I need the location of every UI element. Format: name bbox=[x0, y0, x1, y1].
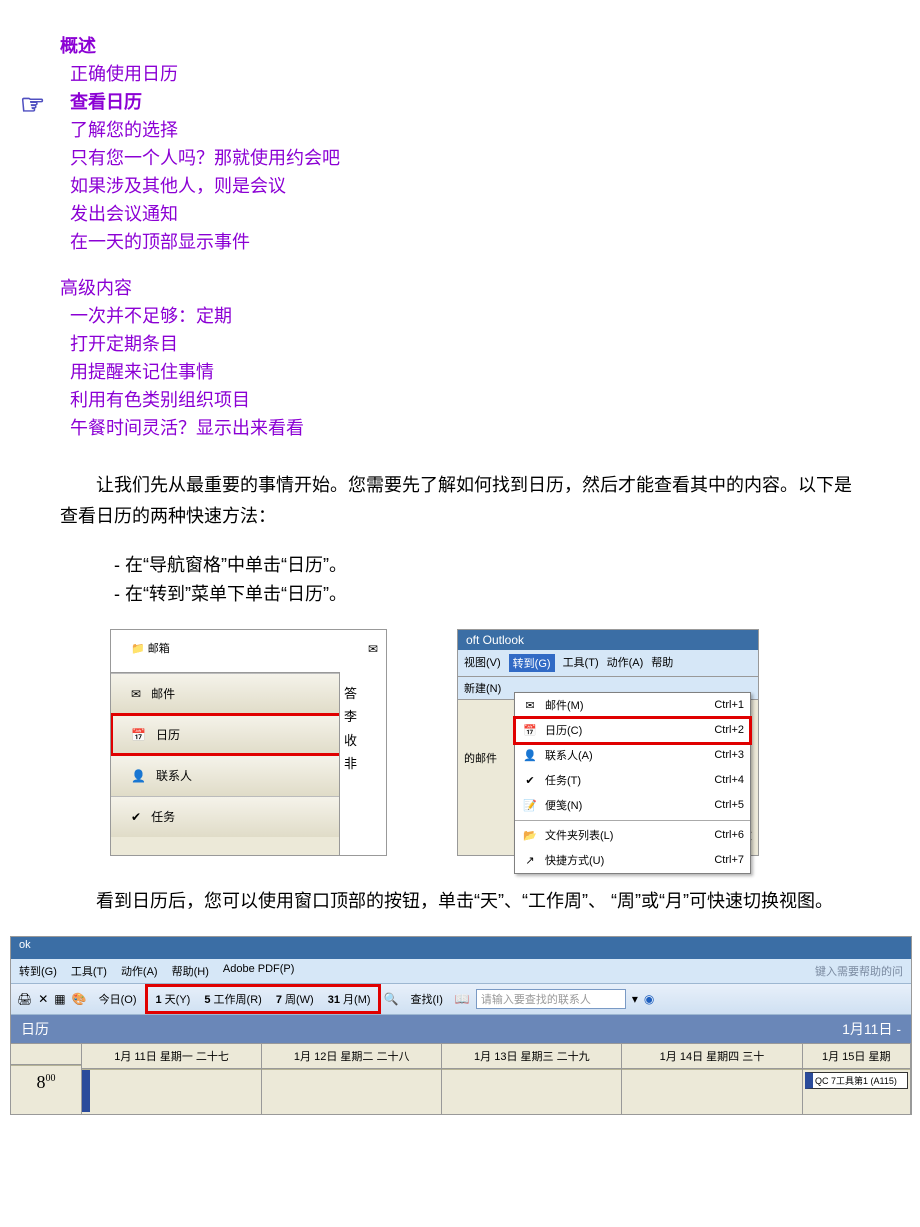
day-column[interactable]: 1月 11日 星期一 二十七 bbox=[82, 1044, 262, 1114]
menu-view[interactable]: 视图(V) bbox=[464, 654, 501, 672]
day-header: 1月 11日 星期一 二十七 bbox=[82, 1044, 261, 1069]
folder-label: 📁 邮箱 bbox=[131, 640, 170, 656]
menu-item-mail[interactable]: ✉邮件(M)Ctrl+1 bbox=[515, 693, 750, 718]
toc-item[interactable]: 一次并不足够：定期 bbox=[70, 302, 860, 328]
side-fragment: 答 李 收 非 bbox=[339, 672, 386, 856]
day-column[interactable]: 1月 12日 星期二 二十八 bbox=[262, 1044, 442, 1114]
toolbar: 🖨 ✕ ▦ 🎨 今日(O) 1 天(Y) 5 工作周(R) 7 周(W) 31 … bbox=[11, 984, 911, 1015]
help-icon[interactable]: ◉ bbox=[644, 992, 654, 1006]
toc-item-current[interactable]: 查看日历 bbox=[70, 88, 860, 114]
notes-icon: 📝 bbox=[521, 799, 539, 812]
calendar-grid: 800 1月 11日 星期一 二十七 1月 12日 星期二 二十八 1月 13日… bbox=[11, 1043, 911, 1114]
mail-icon: ✉ bbox=[521, 699, 539, 712]
mail-icon: ✉ bbox=[368, 642, 378, 656]
contact-icon: 👤 bbox=[521, 749, 539, 762]
menu-adobe[interactable]: Adobe PDF(P) bbox=[223, 963, 295, 979]
menu-item-tasks[interactable]: ✔任务(T)Ctrl+4 bbox=[515, 768, 750, 793]
paragraph: 看到日历后，您可以使用窗口顶部的按钮，单击“天”、“工作周”、 “周”或“月”可… bbox=[60, 886, 860, 917]
contact-search-input[interactable]: 请输入要查找的联系人 bbox=[476, 989, 626, 1009]
today-button[interactable]: 今日(O) bbox=[93, 988, 143, 1010]
bullet-item: - 在“导航窗格”中单击“日历”。 bbox=[114, 551, 860, 580]
print-icon[interactable]: 🖨 bbox=[17, 992, 32, 1006]
menu-actions[interactable]: 动作(A) bbox=[607, 654, 644, 672]
screenshot-calendar-view: ok 转到(G) 工具(T) 动作(A) 帮助(H) Adobe PDF(P) … bbox=[10, 936, 912, 1115]
time-slot: 800 bbox=[11, 1065, 81, 1114]
toc-item[interactable]: 正确使用日历 bbox=[70, 60, 860, 86]
toc-item[interactable]: 用提醒来记住事情 bbox=[70, 358, 860, 384]
menu-help[interactable]: 帮助 bbox=[651, 654, 673, 672]
mail-icon: ✉ bbox=[131, 687, 141, 701]
find-icon[interactable]: 🔍 bbox=[384, 992, 399, 1006]
addressbook-icon[interactable]: 📖 bbox=[455, 992, 470, 1006]
toc-item[interactable]: 如果涉及其他人，则是会议 bbox=[70, 172, 860, 198]
menu-item-shortcuts[interactable]: ↗快捷方式(U)Ctrl+7 bbox=[515, 848, 750, 873]
menu-actions[interactable]: 动作(A) bbox=[121, 963, 158, 979]
calendar-header: 日历 1月11日 - bbox=[11, 1015, 911, 1043]
menubar: 视图(V) 转到(G) 工具(T) 动作(A) 帮助 bbox=[458, 650, 758, 677]
day-header: 1月 12日 星期二 二十八 bbox=[262, 1044, 441, 1069]
toc-item[interactable]: 发出会议通知 bbox=[70, 200, 860, 226]
day-column[interactable]: 1月 14日 星期四 三十 bbox=[622, 1044, 802, 1114]
dropdown-icon[interactable]: ▾ bbox=[632, 992, 638, 1006]
bullet-item: - 在“转到”菜单下单击“日历”。 bbox=[114, 580, 860, 609]
grid-icon[interactable]: ▦ bbox=[54, 992, 65, 1006]
calendar-date-range: 1月11日 - bbox=[842, 1019, 901, 1039]
menu-item-contacts[interactable]: 👤联系人(A)Ctrl+3 bbox=[515, 743, 750, 768]
toc-item[interactable]: 只有您一个人吗？那就使用约会吧 bbox=[70, 144, 860, 170]
task-icon: ✔ bbox=[131, 810, 141, 824]
menu-item-notes[interactable]: 📝便笺(N)Ctrl+5 bbox=[515, 793, 750, 818]
view-workweek-button[interactable]: 5 工作周(R) bbox=[198, 988, 267, 1010]
color-icon[interactable]: 🎨 bbox=[72, 992, 87, 1006]
paragraph: 让我们先从最重要的事情开始。您需要先了解如何找到日历，然后才能查看其中的内容。以… bbox=[60, 470, 860, 531]
menu-goto[interactable]: 转到(G) bbox=[19, 963, 57, 979]
day-column[interactable]: 1月 15日 星期 QC 7工具第1 (A115) bbox=[803, 1044, 911, 1114]
contact-icon: 👤 bbox=[131, 769, 146, 783]
view-buttons-group: 1 天(Y) 5 工作周(R) 7 周(W) 31 月(M) bbox=[148, 987, 377, 1011]
delete-icon[interactable]: ✕ bbox=[38, 992, 48, 1006]
day-column[interactable]: 1月 13日 星期三 二十九 bbox=[442, 1044, 622, 1114]
toc-heading: 概述 bbox=[60, 32, 860, 58]
menu-tools[interactable]: 工具(T) bbox=[71, 963, 107, 979]
menubar: 转到(G) 工具(T) 动作(A) 帮助(H) Adobe PDF(P) 键入需… bbox=[11, 959, 911, 984]
busy-indicator bbox=[82, 1070, 90, 1112]
bullet-list: - 在“导航窗格”中单击“日历”。 - 在“转到”菜单下单击“日历”。 bbox=[60, 551, 860, 609]
day-header: 1月 14日 星期四 三十 bbox=[622, 1044, 801, 1069]
folder-icon: 📂 bbox=[521, 829, 539, 842]
menu-item-folderlist[interactable]: 📂文件夹列表(L)Ctrl+6 bbox=[515, 823, 750, 848]
toc-item[interactable]: 在一天的顶部显示事件 bbox=[70, 228, 860, 254]
table-of-contents: 概述 正确使用日历 查看日历 了解您的选择 只有您一个人吗？那就使用约会吧 如果… bbox=[60, 32, 860, 440]
screenshot-nav-pane: 📁 邮箱✉ ✉邮件 📅日历 👤联系人 ✔任务 答 李 收 非 bbox=[110, 629, 387, 856]
day-header: 1月 15日 星期 bbox=[803, 1044, 910, 1069]
view-month-button[interactable]: 31 月(M) bbox=[322, 988, 377, 1010]
menu-help[interactable]: 帮助(H) bbox=[172, 963, 209, 979]
day-header: 1月 13日 星期三 二十九 bbox=[442, 1044, 621, 1069]
toc-item[interactable]: 打开定期条目 bbox=[70, 330, 860, 356]
shortcut-icon: ↗ bbox=[521, 854, 539, 867]
menu-goto[interactable]: 转到(G) bbox=[509, 654, 555, 672]
bg-text: 的邮件 bbox=[464, 750, 497, 766]
view-week-button[interactable]: 7 周(W) bbox=[270, 988, 320, 1010]
task-icon: ✔ bbox=[521, 774, 539, 787]
window-title: oft Outlook bbox=[458, 630, 758, 650]
find-button[interactable]: 查找(I) bbox=[404, 988, 448, 1010]
screenshot-goto-menu: oft Outlook 视图(V) 转到(G) 工具(T) 动作(A) 帮助 新… bbox=[457, 629, 759, 856]
menu-tools[interactable]: 工具(T) bbox=[563, 654, 599, 672]
calendar-icon: 📅 bbox=[131, 728, 146, 742]
calendar-event[interactable]: QC 7工具第1 (A115) bbox=[805, 1072, 908, 1089]
menu-item-calendar[interactable]: 📅日历(C)Ctrl+2 bbox=[515, 718, 750, 743]
time-column: 800 bbox=[11, 1044, 82, 1114]
toc-item[interactable]: 了解您的选择 bbox=[70, 116, 860, 142]
toc-item[interactable]: 利用有色类别组织项目 bbox=[70, 386, 860, 412]
calendar-title: 日历 bbox=[21, 1019, 49, 1039]
dropdown-menu: ✉邮件(M)Ctrl+1 📅日历(C)Ctrl+2 👤联系人(A)Ctrl+3 … bbox=[514, 692, 751, 874]
titlebar-fragment: ok bbox=[11, 937, 911, 959]
view-day-button[interactable]: 1 天(Y) bbox=[149, 988, 196, 1010]
toc-section: 高级内容 bbox=[60, 274, 860, 300]
help-hint[interactable]: 键入需要帮助的问 bbox=[815, 963, 903, 979]
calendar-icon: 📅 bbox=[521, 724, 539, 737]
toc-item[interactable]: 午餐时间灵活？显示出来看看 bbox=[70, 414, 860, 440]
